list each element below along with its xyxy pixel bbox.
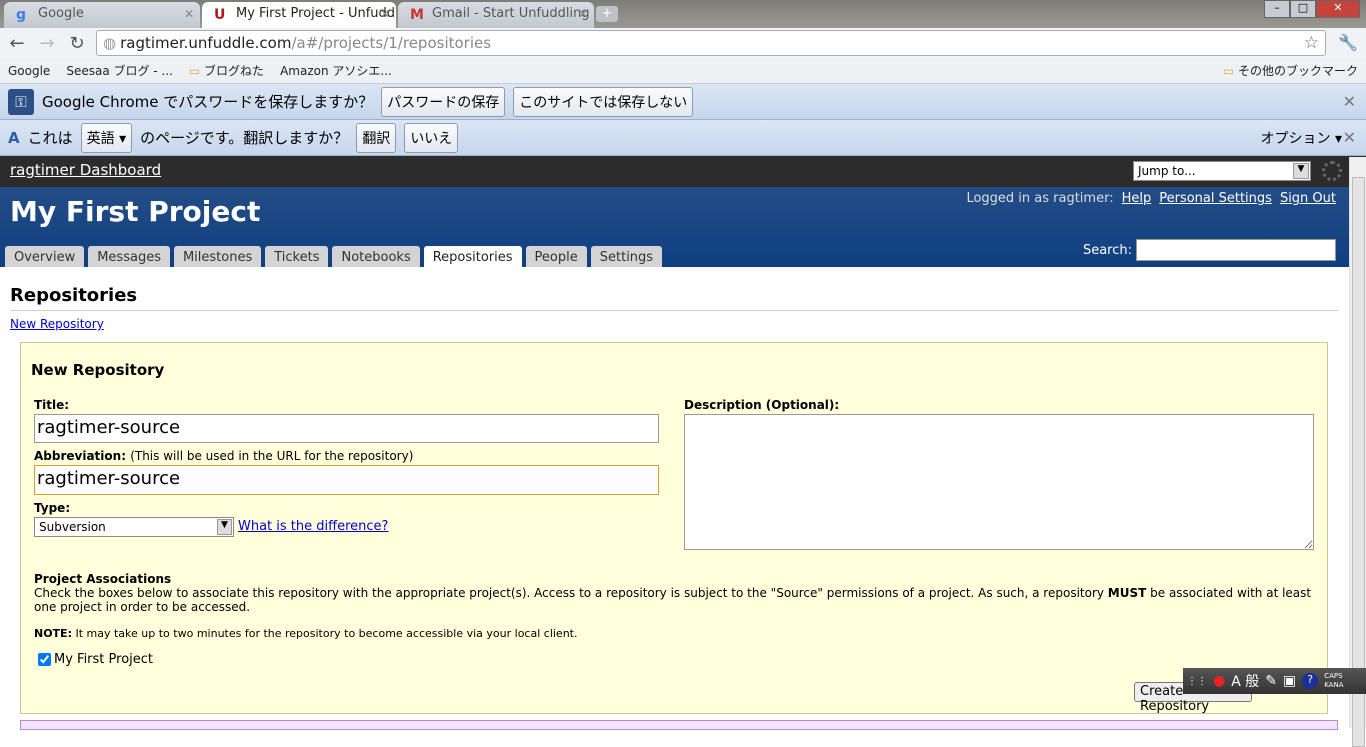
type-select[interactable]: Subversion ▼ (34, 517, 234, 537)
new-repository-link[interactable]: New Repository (10, 317, 104, 331)
ime-tools-icon[interactable]: ▣ (1283, 673, 1296, 689)
tab-notebooks[interactable]: Notebooks (332, 246, 420, 267)
close-tab-icon[interactable]: ✕ (184, 7, 194, 21)
help-link[interactable]: Help (1122, 191, 1152, 206)
minimize-button[interactable]: – (1264, 0, 1290, 18)
tab-overview[interactable]: Overview (5, 246, 85, 267)
save-password-button[interactable]: パスワードの保存 (381, 86, 506, 117)
tab-repositories[interactable]: Repositories (423, 246, 522, 267)
forward-icon[interactable]: → (36, 33, 58, 54)
dashboard-link[interactable]: ragtimer Dashboard (10, 161, 161, 179)
folder-icon: ▭ (1222, 64, 1238, 78)
browser-tab-strip: g Google ✕ U My First Project - Unfuddle ✕ M… (0, 0, 1366, 28)
page-scrollbar[interactable] (1349, 157, 1366, 747)
sign-out-link[interactable]: Sign Out (1280, 191, 1336, 206)
no-translate-button[interactable]: いいえ (404, 122, 459, 153)
folder-icon: ▭ (188, 64, 205, 78)
bookmarks-bar: Google Seesaa ブログ - ... ▭ ブログねた Amazon ア… (0, 58, 1366, 84)
translate-icon: A (8, 128, 20, 147)
browser-tab-google[interactable]: g Google ✕ (4, 2, 200, 28)
project-tabs: Overview Messages Milestones Tickets Noteboo… (5, 246, 663, 267)
ime-pin-icon[interactable]: ● (1213, 673, 1225, 689)
close-icon[interactable]: ✕ (1343, 128, 1356, 147)
main-content: Repositories New Repository New Reposito… (0, 285, 1366, 714)
address-bar[interactable]: ◍ ragtimer.unfuddle.com/a#/projects/1/rep… (96, 30, 1326, 56)
bookmark-amazon[interactable]: Amazon アソシエ... (280, 62, 392, 79)
description-textarea[interactable] (684, 414, 1314, 550)
search-input[interactable] (1136, 239, 1336, 261)
close-window-button[interactable]: ✕ (1316, 0, 1360, 18)
globe-icon: ◍ (103, 34, 117, 52)
password-infobar: ⚿ Google Chrome でパスワードを保存しますか？ パスワードの保存 … (0, 84, 1366, 120)
chevron-down-icon: ▼ (217, 519, 232, 535)
tab-tickets[interactable]: Tickets (265, 246, 329, 267)
close-tab-icon[interactable]: ✕ (578, 7, 588, 21)
grip-icon[interactable]: ⋮⋮ (1187, 676, 1207, 687)
chevron-down-icon: ▼ (1293, 163, 1309, 179)
ime-pad-icon[interactable]: ✎ (1265, 673, 1277, 689)
personal-settings-link[interactable]: Personal Settings (1159, 191, 1272, 206)
close-tab-icon[interactable]: ✕ (380, 7, 390, 21)
project-checkbox[interactable] (38, 653, 51, 666)
form-heading: New Repository (31, 361, 165, 379)
back-icon[interactable]: ← (6, 33, 28, 54)
tab-people[interactable]: People (525, 246, 587, 267)
bookmark-seesaa[interactable]: Seesaa ブログ - ... (66, 62, 173, 79)
abbreviation-input[interactable]: ragtimer-source (34, 465, 659, 495)
close-icon[interactable]: ✕ (1343, 92, 1356, 111)
next-section-box (20, 720, 1338, 730)
scrollbar-thumb[interactable] (1352, 177, 1365, 747)
tab-messages[interactable]: Messages (88, 246, 170, 267)
bookmark-folder-blog[interactable]: ▭ ブログねた (189, 62, 264, 79)
wrench-icon[interactable]: 🔧 (1338, 33, 1358, 52)
difference-link[interactable]: What is the difference? (238, 519, 388, 534)
never-save-button[interactable]: このサイトでは保存しない (513, 86, 694, 117)
gmail-icon: M (410, 7, 424, 23)
bookmark-star-icon[interactable]: ☆ (1304, 33, 1319, 53)
bookmark-google[interactable]: Google (8, 64, 50, 78)
title-input[interactable]: ragtimer-source (34, 414, 659, 443)
reload-icon[interactable]: ↻ (66, 33, 88, 54)
project-header: My First Project Logged in as ragtimer: H… (0, 187, 1366, 267)
app-topbar: ragtimer Dashboard Jump to... ▼ (0, 156, 1366, 187)
other-bookmarks[interactable]: ▭ その他のブックマーク (1223, 62, 1358, 79)
ime-language-bar: ⋮⋮ ● A 般 ✎ ▣ ? CAPS KANA (1183, 668, 1366, 694)
tab-settings[interactable]: Settings (590, 246, 663, 267)
tab-milestones[interactable]: Milestones (173, 246, 262, 267)
browser-tab-gmail[interactable]: M Gmail - Start Unfuddling ✕ (398, 2, 594, 28)
new-repository-form: New Repository Title: ragtimer-source Ab… (20, 342, 1328, 714)
help-icon[interactable]: ? (1302, 673, 1319, 689)
page-heading: Repositories (10, 285, 1338, 311)
language-select[interactable]: 英語 ▾ (80, 122, 133, 153)
input-mode[interactable]: A 般 (1231, 671, 1259, 691)
project-association-item[interactable]: My First Project (38, 652, 153, 667)
translate-button[interactable]: 翻訳 (356, 122, 397, 153)
translate-infobar: A これは 英語 ▾ のページです。翻訳しますか？ 翻訳 いいえ オプション ▾… (0, 120, 1366, 156)
browser-tab-unfuddle[interactable]: U My First Project - Unfuddle ✕ (202, 2, 396, 28)
jump-to-select[interactable]: Jump to... ▼ (1133, 161, 1311, 181)
key-icon: ⚿ (8, 88, 34, 115)
user-links: Logged in as ragtimer: Help Personal Setti… (966, 191, 1336, 206)
maximize-button[interactable]: □ (1290, 0, 1316, 18)
loading-spinner-icon (1322, 161, 1342, 181)
options-menu[interactable]: オプション ▾ (1261, 128, 1342, 148)
new-tab-button[interactable]: + (596, 6, 618, 22)
browser-toolbar: ← → ↻ ◍ ragtimer.unfuddle.com/a#/projects… (0, 28, 1366, 58)
project-title: My First Project (10, 195, 261, 228)
google-icon: g (16, 7, 27, 23)
unfuddle-icon: U (214, 7, 226, 23)
